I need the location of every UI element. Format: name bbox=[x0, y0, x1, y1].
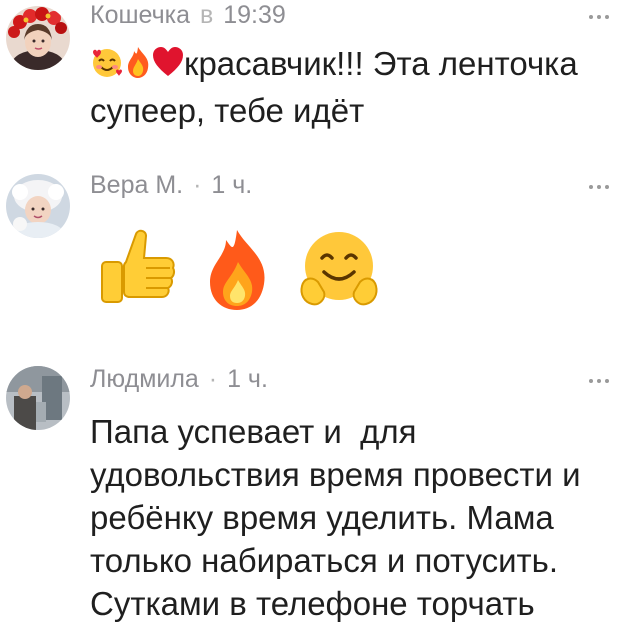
more-options-button[interactable] bbox=[584, 376, 614, 386]
more-options-button[interactable] bbox=[584, 182, 614, 192]
dot-icon bbox=[589, 379, 593, 383]
comment-meta: Вера М. · 1 ч. bbox=[90, 170, 252, 200]
comment-text: Папа успевает и для удовольствия время п… bbox=[90, 413, 590, 622]
comment-time: 19:39 bbox=[223, 1, 286, 29]
comment-time: 1 ч. bbox=[227, 365, 268, 393]
red-heart-icon bbox=[152, 45, 184, 89]
avatar[interactable] bbox=[6, 6, 70, 70]
author-name[interactable]: Кошечка bbox=[90, 1, 190, 29]
dot-icon bbox=[605, 379, 609, 383]
comment-time: 1 ч. bbox=[211, 171, 253, 199]
dot-icon bbox=[589, 15, 593, 19]
time-separator: · bbox=[193, 171, 202, 199]
time-separator: в bbox=[199, 1, 214, 29]
time-separator: · bbox=[208, 365, 218, 393]
fire-icon bbox=[202, 226, 272, 314]
emoji-message bbox=[96, 226, 384, 314]
dot-icon bbox=[605, 185, 609, 189]
dot-icon bbox=[597, 15, 601, 19]
dot-icon bbox=[589, 185, 593, 189]
hugging-face-icon bbox=[294, 226, 384, 314]
comment-item: Людмила · 1 ч. Папа успевает и для удово… bbox=[0, 362, 640, 641]
comment-item: Вера М. · 1 ч. bbox=[0, 168, 640, 338]
more-options-button[interactable] bbox=[584, 12, 614, 22]
dot-icon bbox=[597, 185, 601, 189]
thumbs-up-icon bbox=[96, 226, 180, 314]
author-name[interactable]: Вера М. bbox=[90, 171, 183, 199]
avatar[interactable] bbox=[6, 366, 70, 430]
dot-icon bbox=[597, 379, 601, 383]
dot-icon bbox=[605, 15, 609, 19]
author-name[interactable]: Людмила bbox=[90, 365, 199, 393]
comment-meta: Людмила · 1 ч. bbox=[90, 364, 268, 394]
comment-text-block: красавчик!!! Эта ленточка супеер, тебе и… bbox=[90, 42, 620, 132]
comment-item: Кошечка в 19:39 красавчик!!! Эта ленточк… bbox=[0, 0, 640, 150]
smiling-face-with-hearts-icon bbox=[90, 45, 124, 89]
comment-meta: Кошечка в 19:39 bbox=[90, 0, 286, 30]
avatar[interactable] bbox=[6, 174, 70, 238]
fire-icon bbox=[124, 45, 152, 89]
